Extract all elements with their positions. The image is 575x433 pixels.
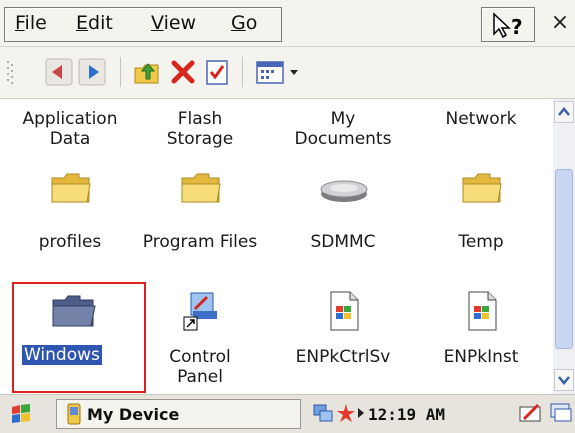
item-label: Panel xyxy=(177,367,223,387)
connectivity-icon[interactable] xyxy=(336,401,356,425)
taskbar-item-label: My Device xyxy=(87,405,180,424)
folder-item[interactable]: Program Files xyxy=(135,169,265,264)
shortcut-item[interactable]: Control Panel xyxy=(135,289,265,389)
folder-icon xyxy=(181,173,221,203)
start-button[interactable] xyxy=(4,401,42,427)
file-icon xyxy=(330,291,359,331)
up-folder-button[interactable] xyxy=(132,57,162,87)
item-label: profiles xyxy=(38,232,102,252)
file-item[interactable]: ENPkCtrlSv xyxy=(278,289,408,389)
scroll-thumb[interactable] xyxy=(555,169,573,349)
whats-this-icon: ? xyxy=(493,12,523,39)
item-label: ENPkInst xyxy=(443,347,519,367)
delete-button[interactable] xyxy=(168,57,198,87)
menu-container: File Edit View Go xyxy=(4,7,282,42)
folder-item[interactable]: profiles xyxy=(5,169,135,264)
item-label: My xyxy=(330,109,356,129)
item-label: SDMMC xyxy=(310,232,376,252)
file-item[interactable]: ENPkInst xyxy=(416,289,546,389)
up-folder-icon xyxy=(134,63,159,84)
chevron-up-icon xyxy=(558,107,570,116)
toolbar-separator xyxy=(120,57,121,87)
menu-go[interactable]: Go xyxy=(231,12,257,34)
back-button[interactable] xyxy=(44,57,74,87)
folder-icon xyxy=(51,173,91,203)
control-panel-shortcut-icon xyxy=(183,292,217,331)
item-label: Application xyxy=(22,109,118,129)
menu-bar: File Edit View Go ? × xyxy=(0,0,575,47)
properties-icon xyxy=(206,60,228,85)
help-button[interactable]: ? xyxy=(481,7,535,42)
delete-icon xyxy=(171,60,195,84)
folder-item[interactable]: Application Data xyxy=(5,109,135,149)
folder-item[interactable]: My Documents xyxy=(278,109,408,149)
item-label: Network xyxy=(445,109,517,129)
taskbar-item-my-device[interactable]: My Device xyxy=(56,399,301,429)
menu-file[interactable]: File xyxy=(15,12,47,34)
toolbar-separator xyxy=(242,57,243,87)
item-label: Storage xyxy=(166,129,234,149)
system-tray: 12:19 AM xyxy=(306,399,575,429)
chevron-down-icon xyxy=(558,376,570,385)
storage-item[interactable]: SDMMC xyxy=(278,169,408,264)
item-label: Program Files xyxy=(142,232,258,252)
item-label: ENPkCtrlSv xyxy=(295,347,391,367)
properties-button[interactable] xyxy=(202,57,232,87)
item-label: Flash xyxy=(177,109,223,129)
forward-icon xyxy=(78,58,106,86)
views-icon xyxy=(256,61,298,84)
network-icon[interactable] xyxy=(312,401,334,425)
taskbar: My Device 12:19 AM xyxy=(0,394,575,433)
back-icon xyxy=(45,58,73,86)
close-button[interactable]: × xyxy=(545,6,575,40)
folder-icon xyxy=(462,173,502,203)
windows-flag-icon xyxy=(12,404,30,423)
folder-item[interactable]: Flash Storage xyxy=(135,109,265,149)
forward-button[interactable] xyxy=(77,57,107,87)
tray-expand-icon[interactable] xyxy=(357,406,365,420)
vertical-scrollbar[interactable] xyxy=(553,99,575,394)
storage-card-icon xyxy=(320,180,368,202)
scroll-down-button[interactable] xyxy=(554,369,574,391)
folder-item[interactable]: Temp xyxy=(416,169,546,264)
item-label: Documents xyxy=(294,129,392,149)
item-label: Control xyxy=(169,347,231,367)
file-icon xyxy=(468,291,497,331)
views-button[interactable] xyxy=(254,57,306,87)
input-panel-icon[interactable] xyxy=(518,401,544,425)
item-label: Data xyxy=(49,129,91,149)
scroll-up-button[interactable] xyxy=(554,101,574,123)
menu-edit[interactable]: Edit xyxy=(76,12,113,34)
item-label: Temp xyxy=(458,232,504,252)
clock: 12:19 AM xyxy=(368,405,446,424)
desktop-icon[interactable] xyxy=(548,401,574,425)
highlight-box xyxy=(12,282,146,393)
svg-text:?: ? xyxy=(511,15,523,39)
toolbar xyxy=(0,47,575,99)
folder-item[interactable]: Network xyxy=(416,109,546,129)
device-icon xyxy=(67,403,81,425)
toolbar-grip-icon xyxy=(7,61,13,84)
menu-view[interactable]: View xyxy=(151,12,196,34)
